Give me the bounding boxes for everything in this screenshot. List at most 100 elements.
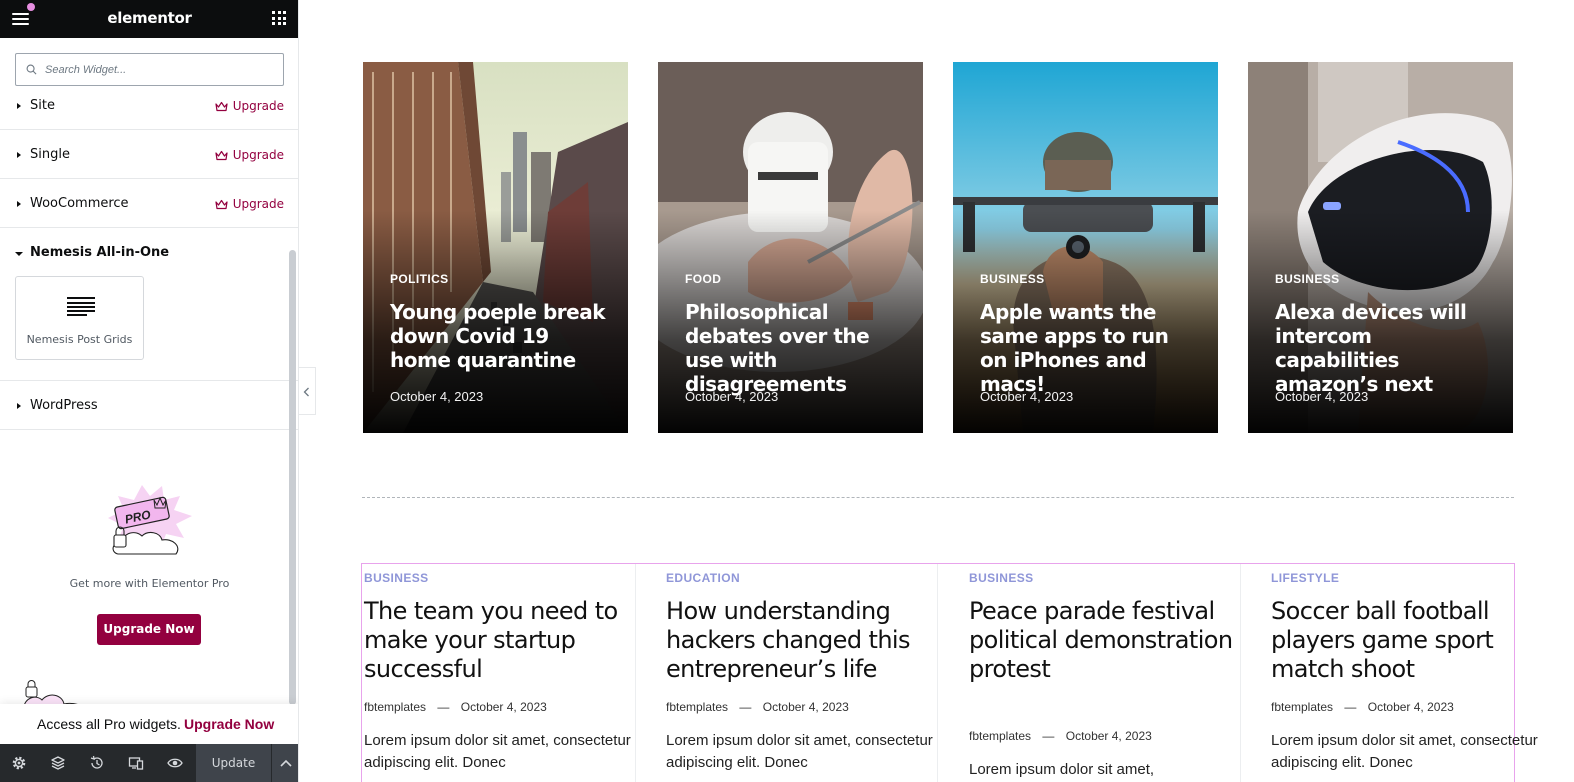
post-item: LIFESTYLE Soccer ball football players g… (1269, 564, 1571, 782)
chevron-left-icon (303, 387, 309, 397)
hero-category[interactable]: BUSINESS (980, 272, 1045, 286)
post-category[interactable]: LIFESTYLE (1271, 571, 1339, 585)
pro-banner-text: Access all Pro widgets. (37, 716, 181, 732)
post-excerpt: Lorem ipsum dolor sit amet, (969, 761, 1155, 778)
hero-category[interactable]: BUSINESS (1275, 272, 1340, 286)
post-meta: fbtemplates — October 4, 2023 (969, 729, 1152, 743)
hero-title[interactable]: Alexa devices will intercom capabilities… (1275, 300, 1490, 396)
post-title[interactable]: How understanding hackers changed this e… (666, 597, 931, 684)
upgrade-link[interactable]: Upgrade (215, 148, 284, 162)
navigator-layers-icon[interactable] (50, 755, 66, 771)
settings-gear-icon[interactable] (11, 755, 27, 771)
chevron-up-icon (280, 759, 292, 767)
hero-post-card[interactable]: POLITICS Young poeple break down Covid 1… (363, 62, 628, 433)
post-meta: fbtemplates — October 4, 2023 (1271, 700, 1454, 714)
category-label: Site (30, 98, 55, 113)
category-wordpress[interactable]: WordPress (0, 381, 298, 430)
promo-text: Get more with Elementor Pro (69, 577, 230, 590)
caret-right-icon (17, 403, 21, 409)
post-grid-section[interactable]: BUSINESS The team you need to make your … (361, 563, 1538, 782)
section-divider (362, 497, 1514, 498)
hero-date: October 4, 2023 (1275, 389, 1369, 404)
upgrade-link[interactable]: Upgrade (215, 99, 284, 113)
hero-title[interactable]: Young poeple break down Covid 19 home qu… (390, 300, 606, 372)
post-item: BUSINESS The team you need to make your … (362, 564, 664, 782)
category-label: Single (30, 147, 70, 162)
post-item: EDUCATION How understanding hackers chan… (664, 564, 966, 782)
hero-post-card[interactable]: BUSINESS Apple wants the same apps to ru… (953, 62, 1218, 433)
upgrade-label: Upgrade (232, 197, 284, 211)
crown-icon (215, 101, 228, 111)
post-title[interactable]: Peace parade festival political demonstr… (969, 597, 1234, 684)
widget-nemesis-post-grids[interactable]: Nemesis Post Grids (15, 276, 144, 360)
post-author[interactable]: fbtemplates (1271, 700, 1333, 714)
caret-right-icon (17, 152, 21, 158)
panel-scrollbar[interactable] (289, 250, 296, 705)
hero-category[interactable]: POLITICS (390, 272, 449, 286)
meta-separator: — (739, 700, 752, 714)
category-label: WooCommerce (30, 196, 129, 211)
hero-post-card[interactable]: BUSINESS Alexa devices will intercom cap… (1248, 62, 1513, 433)
meta-separator: — (1344, 700, 1357, 714)
hero-category[interactable]: FOOD (685, 272, 721, 286)
crown-icon (215, 199, 228, 209)
editor-panel: elementor Site Upgrade Single Upgrade Wo… (0, 0, 299, 782)
update-button[interactable]: Update (196, 744, 271, 782)
history-icon[interactable] (89, 755, 105, 771)
post-date: October 4, 2023 (762, 700, 849, 714)
post-author[interactable]: fbtemplates (969, 729, 1031, 743)
upgrade-now-button[interactable]: Upgrade Now (97, 614, 201, 645)
post-author[interactable]: fbtemplates (666, 700, 728, 714)
hero-date: October 4, 2023 (980, 389, 1074, 404)
post-date: October 4, 2023 (1065, 729, 1152, 743)
upgrade-label: Upgrade (232, 99, 284, 113)
post-meta: fbtemplates — October 4, 2023 (666, 700, 849, 714)
meta-separator: — (1042, 729, 1055, 743)
hero-title[interactable]: Apple wants the same apps to run on iPho… (980, 300, 1195, 396)
city-street-image (363, 62, 628, 433)
widgets-grid-icon[interactable] (272, 11, 286, 25)
panel-collapse-handle[interactable] (299, 367, 316, 415)
panel-footer: Update (0, 744, 298, 782)
post-excerpt: Lorem ipsum dolor sit amet, consectetur … (364, 732, 631, 771)
upgrade-link[interactable]: Upgrade (215, 197, 284, 211)
post-date: October 4, 2023 (1367, 700, 1454, 714)
upgrade-label: Upgrade (232, 148, 284, 162)
category-label: WordPress (30, 398, 98, 413)
post-title[interactable]: The team you need to make your startup s… (364, 597, 629, 684)
pro-banner-upgrade-link[interactable]: Upgrade Now (184, 716, 274, 732)
post-date: October 4, 2023 (460, 700, 547, 714)
hero-post-card[interactable]: FOOD Philosophical debates over the use … (658, 62, 923, 433)
category-label: Nemesis All-in-One (30, 245, 170, 260)
category-nemesis-header[interactable]: Nemesis All-in-One (0, 228, 298, 276)
caret-right-icon (17, 103, 21, 109)
category-site[interactable]: Site Upgrade (0, 81, 298, 130)
responsive-mode-icon[interactable] (128, 755, 144, 771)
hero-title[interactable]: Philosophical debates over the use with … (685, 300, 900, 396)
hero-date: October 4, 2023 (685, 389, 779, 404)
post-title[interactable]: Soccer ball football players game sport … (1271, 597, 1536, 684)
pro-widgets-banner: Access all Pro widgets. Upgrade Now (0, 704, 298, 744)
column-separator (1240, 564, 1241, 782)
caret-down-icon (15, 252, 23, 256)
panel-header: elementor (0, 0, 298, 38)
crown-icon (215, 150, 228, 160)
column-separator (937, 564, 938, 782)
category-single[interactable]: Single Upgrade (0, 130, 298, 179)
post-category[interactable]: EDUCATION (666, 571, 740, 585)
caret-right-icon (17, 201, 21, 207)
search-input[interactable] (45, 60, 275, 80)
update-options-toggle[interactable] (271, 744, 298, 782)
post-item: BUSINESS Peace parade festival political… (967, 564, 1269, 782)
preview-eye-icon[interactable] (167, 755, 183, 771)
category-woocommerce[interactable]: WooCommerce Upgrade (0, 179, 298, 228)
post-category[interactable]: BUSINESS (364, 571, 429, 585)
column-separator (635, 564, 636, 782)
meta-separator: — (437, 700, 450, 714)
post-excerpt: Lorem ipsum dolor sit amet, consectetur … (666, 732, 933, 771)
post-category[interactable]: BUSINESS (969, 571, 1034, 585)
post-author[interactable]: fbtemplates (364, 700, 426, 714)
hero-date: October 4, 2023 (390, 389, 484, 404)
widget-label: Nemesis Post Grids (26, 333, 133, 346)
search-icon (26, 64, 37, 75)
